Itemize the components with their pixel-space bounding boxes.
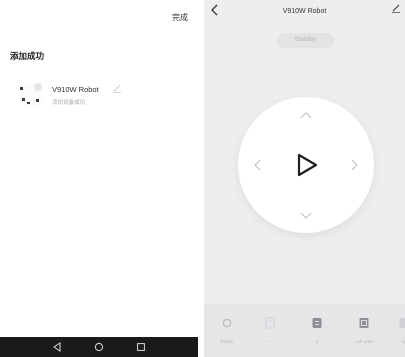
box-icon [312, 318, 322, 328]
robot-vacuum-icon [19, 83, 43, 107]
device-list-item[interactable]: V910W Robot 添加设备成功 [16, 80, 186, 114]
mode-label: 2 [315, 339, 319, 344]
mode-button[interactable]: 2 [297, 304, 337, 357]
right-area-button[interactable]: rig [384, 304, 405, 357]
switch-button[interactable]: Switch [207, 304, 247, 357]
device-title: V910W Robot [282, 8, 327, 15]
robot-control-screen: V910W Robot Standby Switch ~ 2 Left area… [204, 0, 405, 357]
control-toolbar: Switch ~ 2 Left area ri [204, 304, 405, 357]
home-circle-icon[interactable] [93, 341, 105, 353]
android-navigation-bar [0, 337, 198, 357]
left-area-button[interactable]: Left area [344, 304, 384, 357]
chevron-left-icon[interactable] [250, 158, 264, 172]
box-icon [359, 318, 369, 328]
page-title: 添加成功 [10, 51, 45, 61]
pencil-icon[interactable] [112, 83, 122, 93]
status-badge: Standby [277, 33, 334, 48]
chevron-up-icon[interactable] [299, 108, 313, 122]
back-triangle-icon[interactable] [51, 341, 63, 353]
box-icon [265, 317, 275, 329]
add-success-screen: 完成 添加成功 V910W Robot 添加设备成功 [0, 0, 198, 357]
right-area-label: rig [401, 339, 405, 344]
pencil-icon[interactable] [391, 3, 401, 13]
done-button[interactable]: 完成 [172, 12, 188, 23]
power-icon [222, 318, 232, 328]
play-icon[interactable] [293, 152, 319, 178]
chevron-down-icon[interactable] [299, 209, 313, 223]
mode-button[interactable]: ~ [250, 304, 290, 357]
chevron-right-icon[interactable] [348, 158, 362, 172]
box-icon [399, 318, 405, 328]
device-name: V910W Robot [52, 85, 99, 94]
switch-label: Switch [220, 339, 234, 344]
device-status-text: 添加设备成功 [52, 100, 86, 106]
direction-pad [238, 97, 374, 233]
left-area-label: Left area [355, 339, 373, 344]
mode-label: ~ [268, 339, 272, 344]
recent-apps-square-icon[interactable] [135, 341, 147, 353]
